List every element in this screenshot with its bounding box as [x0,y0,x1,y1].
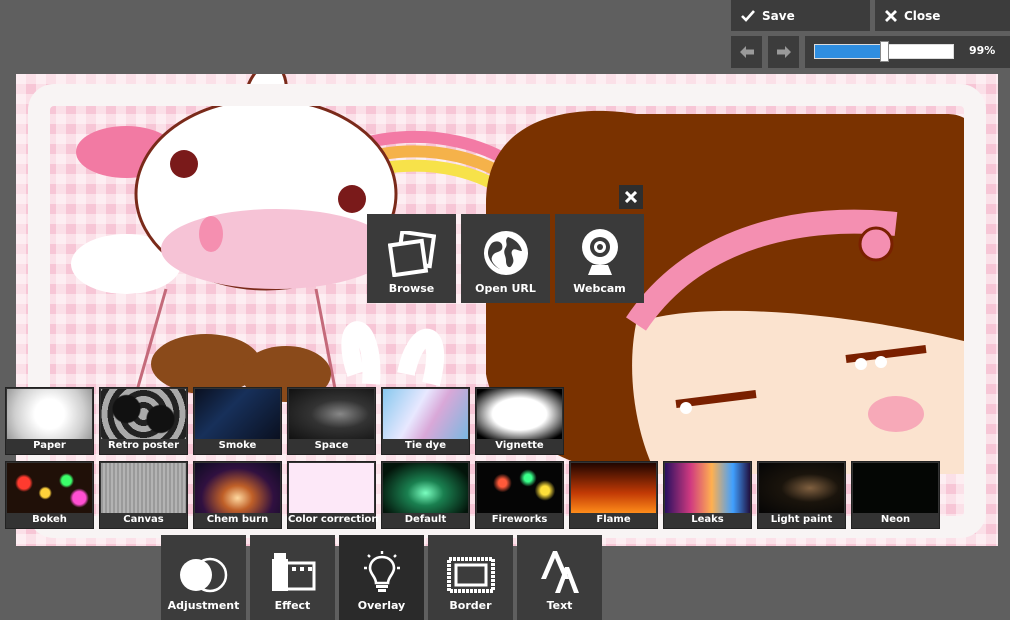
tab-text-label: Text [546,599,573,612]
overlay-preview [101,389,186,439]
photos-icon [387,231,436,277]
overlay-thumb[interactable]: Fireworks [475,461,564,529]
dialog-close-button[interactable] [619,185,643,209]
overlay-label: Light paint [770,514,833,525]
overlay-preview [383,463,468,513]
open-url-button[interactable]: Open URL [461,214,550,303]
overlay-label: Space [314,440,349,451]
overlay-thumb[interactable]: Neon [851,461,940,529]
tab-effect-label: Effect [274,599,311,612]
overlay-thumb[interactable]: Smoke [193,387,282,455]
close-icon [885,9,897,22]
overlay-thumb[interactable]: Leaks [663,461,752,529]
close-icon [625,191,637,203]
lightbulb-icon [363,551,400,592]
circles-icon [179,557,227,593]
tab-overlay[interactable]: Overlay [339,535,424,620]
overlay-preview [289,389,374,439]
overlay-thumb[interactable]: Color correction [287,461,379,529]
overlay-preview [759,463,844,513]
overlay-label: Leaks [691,514,724,525]
overlay-thumb[interactable]: Default [381,461,470,529]
overlay-thumb[interactable]: Retro poster [99,387,188,455]
webcam-label: Webcam [573,282,626,295]
overlay-preview [477,389,562,439]
browse-label: Browse [388,282,435,295]
redo-button[interactable] [768,36,799,68]
overlay-label: Canvas [123,514,164,525]
tab-text[interactable]: Text [517,535,602,620]
overlay-label: Tie dye [405,440,446,451]
overlay-preview [7,389,92,439]
zoom-slider-handle[interactable] [880,41,889,62]
overlay-label: Chem burn [206,514,269,525]
overlay-label: Vignette [495,440,544,451]
close-label: Close [904,8,941,23]
overlay-thumb[interactable]: Tie dye [381,387,470,455]
overlay-label: Bokeh [32,514,67,525]
overlay-thumb[interactable]: Space [287,387,376,455]
overlay-preview [477,463,562,513]
webcam-icon [581,229,618,275]
overlay-label: Neon [880,514,911,525]
tab-border[interactable]: Border [428,535,513,620]
browse-button[interactable]: Browse [367,214,456,303]
overlay-preview [665,463,750,513]
overlay-preview [7,463,92,513]
arrow-right-icon [776,46,791,58]
zoom-slider[interactable] [814,41,954,62]
overlay-preview [853,463,938,513]
overlay-label: Smoke [218,440,257,451]
overlay-thumb[interactable]: Vignette [475,387,564,455]
film-icon [271,553,315,591]
overlay-thumb[interactable]: Paper [5,387,94,455]
overlay-preview [571,463,656,513]
overlay-label: Color correction [288,514,379,525]
arrow-left-icon [739,46,754,58]
zoom-panel: 99% [805,36,1010,68]
overlay-label: Default [404,514,447,525]
overlay-thumb[interactable]: Chem burn [193,461,282,529]
overlay-thumb[interactable]: Light paint [757,461,846,529]
tab-adjustment-label: Adjustment [167,599,240,612]
tab-effect[interactable]: Effect [250,535,335,620]
close-button[interactable]: Close [875,0,1010,31]
overlay-preview [195,389,280,439]
globe-icon [483,231,528,275]
overlay-label: Retro poster [107,440,180,451]
tab-adjustment[interactable]: Adjustment [161,535,246,620]
overlay-preview [101,463,186,513]
overlay-preview [383,389,468,439]
overlay-thumb[interactable]: Canvas [99,461,188,529]
zoom-slider-fill [815,45,884,58]
overlay-label: Flame [596,514,631,525]
overlay-label: Fireworks [491,514,548,525]
webcam-button[interactable]: Webcam [555,214,644,303]
save-button[interactable]: Save [731,0,870,31]
zoom-value: 99% [969,44,996,57]
checkmark-icon [741,9,755,22]
overlay-preview [195,463,280,513]
undo-button[interactable] [731,36,762,68]
tab-border-label: Border [449,599,492,612]
overlay-thumb[interactable]: Flame [569,461,658,529]
overlay-thumb[interactable]: Bokeh [5,461,94,529]
overlay-preview [289,463,374,513]
frame-icon [446,557,495,593]
open-url-label: Open URL [475,282,536,295]
save-label: Save [762,8,795,23]
tab-overlay-label: Overlay [357,599,406,612]
overlay-label: Paper [33,440,66,451]
text-icon [540,551,579,593]
